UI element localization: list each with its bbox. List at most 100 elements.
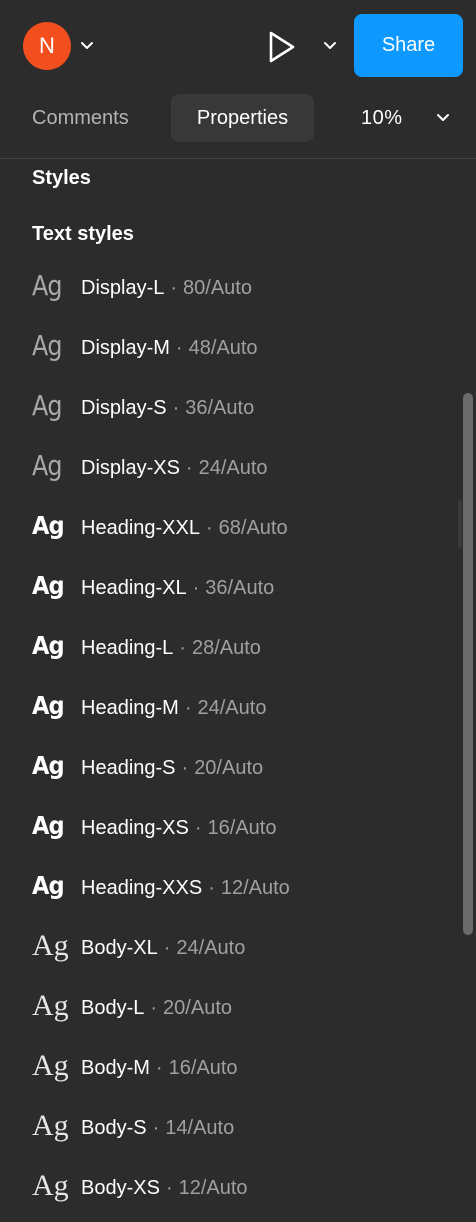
text-style-preview: Ag [32,571,65,600]
text-style-separator: · [163,937,171,959]
text-style-name: Heading-S [81,757,176,779]
share-button[interactable]: Share [354,14,463,77]
text-style-item[interactable]: Ag Heading-XXS · 12/Auto [0,858,456,918]
text-style-name: Heading-M [81,697,179,719]
text-style-preview: Ag [32,389,63,422]
text-style-separator: · [205,517,213,539]
text-style-separator: · [184,697,192,719]
text-style-preview: Ag [32,1109,69,1142]
text-style-spec: 28/Auto [191,637,261,659]
text-style-spec: 16/Auto [168,1057,238,1079]
text-style-separator: · [155,1057,163,1079]
section-title-text-styles: Text styles [32,223,134,245]
text-style-name: Heading-XS [81,817,189,839]
text-style-preview: Ag [32,269,63,302]
text-style-preview: Ag [32,449,63,482]
text-style-spec: 12/Auto [178,1177,248,1199]
text-style-spec: 24/Auto [197,697,267,719]
tab-properties[interactable]: Properties [171,94,314,142]
text-style-label: Body-L · 20/Auto [81,994,232,1022]
text-style-item[interactable]: Ag Display-M · 48/Auto [0,318,456,378]
text-style-preview: Ag [32,1049,69,1082]
text-style-label: Heading-XXS · 12/Auto [81,874,290,902]
text-style-separator: · [192,577,200,599]
text-style-separator: · [165,1177,173,1199]
text-style-name: Display-S [81,397,167,419]
text-style-item[interactable]: Ag Body-XL · 24/Auto [0,918,456,978]
text-style-preview: Ag [32,691,65,720]
text-style-name: Body-XS [81,1177,160,1199]
avatar[interactable]: N [23,22,71,70]
text-style-name: Display-XS [81,457,180,479]
text-style-preview: Ag [32,811,65,840]
text-style-preview: Ag [32,631,65,660]
text-style-separator: · [194,817,202,839]
text-style-item[interactable]: Ag Heading-L · 28/Auto [0,618,456,678]
text-style-label: Display-L · 80/Auto [81,274,252,302]
text-style-preview: Ag [32,751,65,780]
text-style-name: Heading-XXL [81,517,200,539]
text-style-label: Heading-XL · 36/Auto [81,574,274,602]
text-style-separator: · [179,637,186,659]
text-style-item[interactable]: Ag Display-XS · 24/Auto [0,438,456,498]
text-style-label: Heading-L · 28/Auto [81,634,261,662]
chevron-down-icon[interactable] [436,112,450,124]
text-style-name: Body-XL [81,937,158,959]
resize-handle[interactable] [458,500,462,548]
text-style-item[interactable]: Ag Heading-XL · 36/Auto [0,558,456,618]
text-style-spec: 68/Auto [218,517,288,539]
text-style-name: Body-L [81,997,145,1019]
text-style-spec: 24/Auto [198,457,268,479]
zoom-level[interactable]: 10% [361,94,403,142]
chevron-down-icon[interactable] [323,40,337,52]
text-style-item[interactable]: Ag Heading-XS · 16/Auto [0,798,456,858]
text-style-item[interactable]: Ag Body-S · 14/Auto [0,1098,456,1158]
text-style-label: Heading-S · 20/Auto [81,754,263,782]
text-style-preview: Ag [32,929,69,962]
text-style-preview: Ag [32,329,63,362]
tab-comments[interactable]: Comments [20,94,141,142]
scrollbar-thumb[interactable] [463,393,473,935]
top-bar: N Share [0,0,476,92]
text-style-spec: 20/Auto [194,757,264,779]
text-style-item[interactable]: Ag Body-XS · 12/Auto [0,1158,456,1218]
text-style-item[interactable]: Ag Body-M · 16/Auto [0,1038,456,1098]
text-style-spec: 14/Auto [165,1117,235,1139]
text-style-name: Heading-L [81,637,174,659]
text-style-item[interactable]: Ag Display-S · 36/Auto [0,378,456,438]
text-style-spec: 36/Auto [205,577,275,599]
divider [0,158,476,159]
text-style-item[interactable]: Ag Heading-S · 20/Auto [0,738,456,798]
text-style-name: Display-M [81,337,170,359]
text-style-item[interactable]: Ag Heading-M · 24/Auto [0,678,456,738]
chevron-down-icon[interactable] [80,40,94,52]
text-style-label: Heading-M · 24/Auto [81,694,266,722]
text-style-label: Body-XL · 24/Auto [81,934,245,962]
text-style-label: Display-S · 36/Auto [81,394,254,422]
text-style-list: Ag Display-L · 80/Auto Ag Display-M · 48/Auto Ag… [0,258,456,1218]
text-style-spec: 20/Auto [163,997,232,1019]
text-style-name: Display-L [81,277,165,299]
text-style-spec: 48/Auto [188,337,258,359]
text-style-separator: · [152,1117,160,1139]
panel-tabs: Comments Properties 10% [0,92,476,158]
text-style-spec: 24/Auto [176,937,246,959]
text-style-name: Heading-XXS [81,877,203,899]
section-title-styles: Styles [32,167,91,189]
text-style-item[interactable]: Ag Heading-XXL · 68/Auto [0,498,456,558]
text-style-separator: · [150,997,158,1019]
play-icon[interactable] [262,28,300,66]
text-style-label: Display-XS · 24/Auto [81,454,268,482]
text-style-separator: · [175,337,183,359]
text-style-separator: · [181,757,189,779]
text-style-label: Body-M · 16/Auto [81,1054,238,1082]
text-style-spec: 36/Auto [185,397,255,419]
text-style-item[interactable]: Ag Body-L · 20/Auto [0,978,456,1038]
text-style-item[interactable]: Ag Display-L · 80/Auto [0,258,456,318]
text-style-preview: Ag [32,871,65,900]
text-style-spec: 12/Auto [220,877,290,899]
text-style-label: Display-M · 48/Auto [81,334,258,362]
text-style-name: Body-M [81,1057,150,1079]
text-style-label: Heading-XXL · 68/Auto [81,514,288,542]
text-style-separator: · [172,397,180,419]
